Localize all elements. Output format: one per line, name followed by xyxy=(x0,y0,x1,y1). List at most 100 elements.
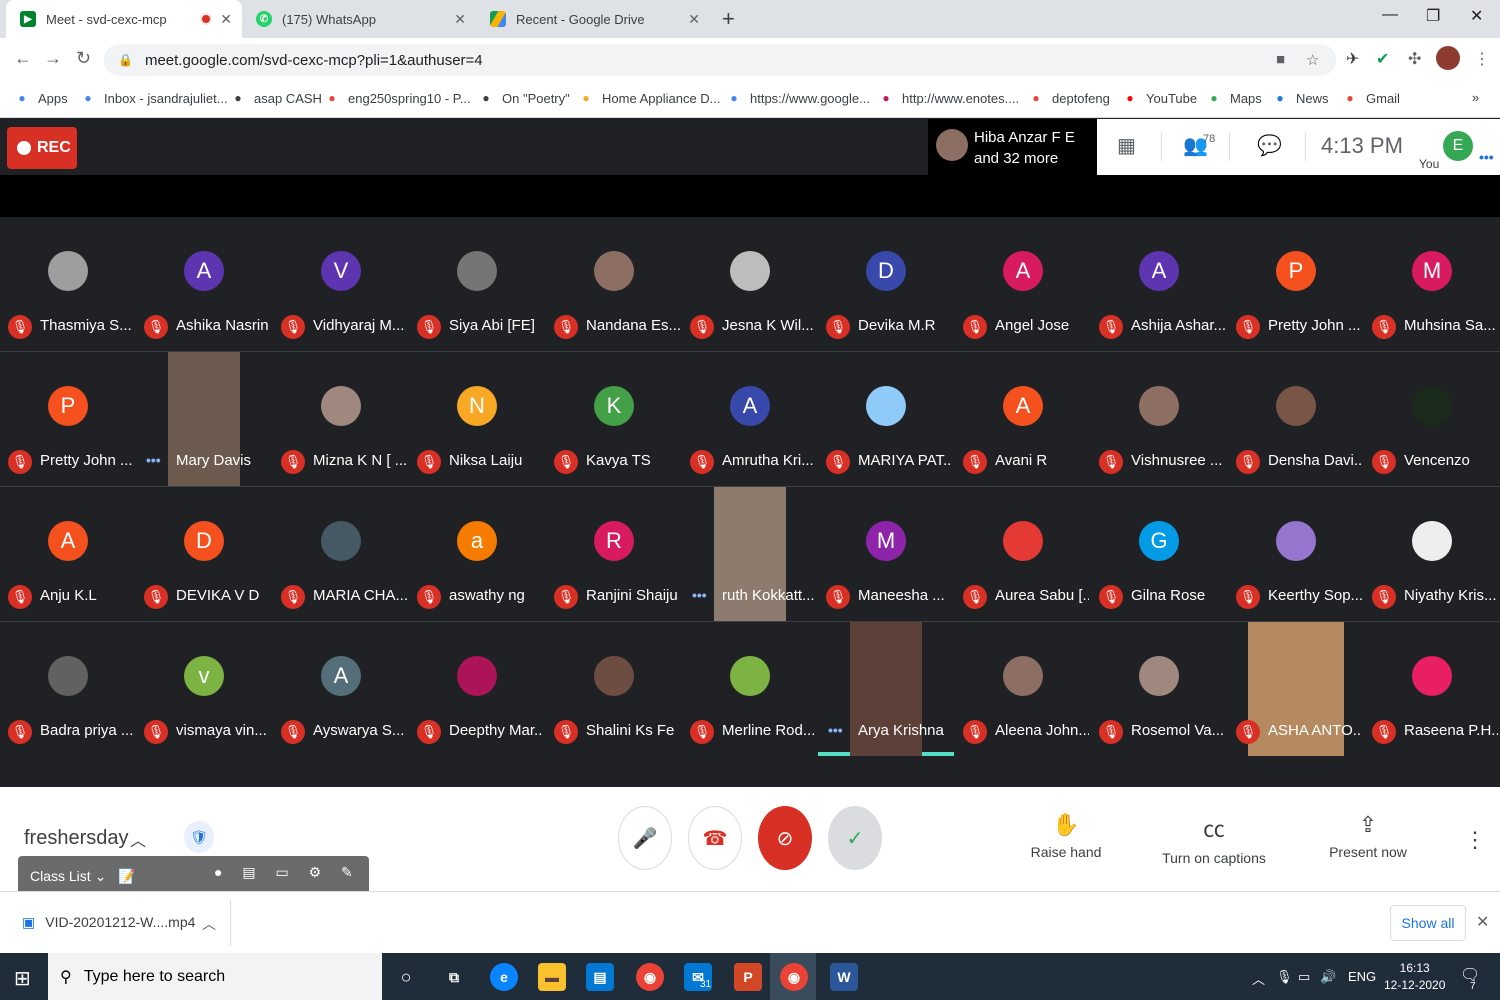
participant-tile[interactable]: 🎙 Vencenzo xyxy=(1364,352,1500,486)
bookmark-item[interactable]: ● Inbox - jsandrajuliet... xyxy=(80,90,227,106)
cortana-icon[interactable]: ○ xyxy=(392,963,420,991)
class-list-label[interactable]: Class List xyxy=(30,868,91,884)
participant-tile[interactable]: M 🎙 Muhsina Sa... xyxy=(1364,217,1500,351)
lock-icon[interactable]: 🔒 xyxy=(118,53,133,67)
omnibox[interactable]: 🔒 meet.google.com/svd-cexc-mcp?pli=1&aut… xyxy=(104,44,1336,76)
tab-whatsapp[interactable]: ✆ (175) WhatsApp ✕ xyxy=(242,0,476,38)
camera-icon[interactable]: ■ xyxy=(1276,51,1285,68)
windows-start-icon[interactable]: ⊞ xyxy=(14,966,31,991)
close-tab-icon[interactable]: ✕ xyxy=(220,11,232,28)
maximize-icon[interactable]: ❐ xyxy=(1426,6,1440,26)
host-controls-shield-icon[interactable]: 🛡 xyxy=(184,821,214,853)
extension-rocket-icon[interactable]: ✈ xyxy=(1346,49,1359,69)
close-tab-icon[interactable]: ✕ xyxy=(454,11,466,28)
edge-icon[interactable]: e xyxy=(490,963,518,991)
reload-icon[interactable]: ↻ xyxy=(76,48,91,69)
leave-call-button[interactable]: ☎ xyxy=(688,806,742,870)
chrome-profile-icon[interactable]: ◉ xyxy=(780,963,808,991)
more-bookmarks-icon[interactable]: » xyxy=(1472,90,1479,105)
participant-tile[interactable]: 🎙 MARIA CHA... xyxy=(273,487,409,621)
participant-tile[interactable]: 🎙 Niyathy Kris... xyxy=(1364,487,1500,621)
captions-button[interactable]: ㏄ Turn on captions xyxy=(1160,812,1268,866)
powerpoint-icon[interactable]: P xyxy=(734,963,762,991)
forward-icon[interactable]: → xyxy=(44,48,62,69)
new-tab-icon[interactable]: + xyxy=(722,6,735,32)
store-icon[interactable]: ▤ xyxy=(586,963,614,991)
language-indicator[interactable]: ENG xyxy=(1348,969,1376,984)
browser-menu-icon[interactable]: ⋮ xyxy=(1474,49,1490,69)
class-list-panel[interactable]: Class List ⌄ 📝 ● ▤ ▭ ⚙ ✎ xyxy=(18,856,369,891)
participant-tile[interactable]: A 🎙 Anju K.L xyxy=(0,487,136,621)
participant-tile[interactable]: 🎙 Siya Abi [FE] xyxy=(409,217,545,351)
chevron-down-icon[interactable]: ⌄ xyxy=(95,868,107,884)
raise-hand-button[interactable]: ✋ Raise hand xyxy=(1030,812,1102,860)
participant-tile[interactable]: a 🎙 aswathy ng xyxy=(409,487,545,621)
chrome-icon[interactable]: ◉ xyxy=(636,963,664,991)
profile-avatar[interactable] xyxy=(1436,46,1460,70)
microphone-button[interactable]: 🎤 xyxy=(618,806,672,870)
task-view-icon[interactable]: ⧉ xyxy=(440,963,468,991)
back-icon[interactable]: ← xyxy=(14,48,32,69)
bookmark-item[interactable]: ● News xyxy=(1272,90,1328,106)
participant-tile[interactable]: 🎙 Deepthy Mar... xyxy=(409,622,545,756)
present-now-button[interactable]: ⇪ Present now xyxy=(1328,812,1408,860)
close-downloads-icon[interactable]: ✕ xyxy=(1476,912,1489,932)
participant-tile[interactable]: R 🎙 Ranjini Shaiju xyxy=(546,487,682,621)
bookmark-item[interactable]: ● YouTube xyxy=(1122,90,1197,106)
participant-tile[interactable]: N 🎙 Niksa Laiju xyxy=(409,352,545,486)
bookmark-item[interactable]: ● On "Poetry" xyxy=(478,90,569,106)
participant-tile[interactable]: A 🎙 Ayswarya S... xyxy=(273,622,409,756)
participant-tile[interactable]: A 🎙 Ashija Ashar... xyxy=(1091,217,1227,351)
notes-icon[interactable]: 📝 xyxy=(118,868,135,884)
participant-tile[interactable]: A 🎙 Amrutha Kri... xyxy=(682,352,818,486)
chevron-up-icon[interactable]: ︿ xyxy=(202,914,216,934)
participant-tile[interactable]: 🎙 Merline Rod... xyxy=(682,622,818,756)
participant-tile[interactable]: D 🎙 DEVIKA V D xyxy=(136,487,272,621)
layout-grid-off-icon[interactable]: ▦ xyxy=(1117,133,1136,158)
participant-tile[interactable]: 🎙 Densha Davi... xyxy=(1228,352,1364,486)
taskbar-clock[interactable]: 16:13 12-12-2020 xyxy=(1384,960,1445,994)
extension-check-icon[interactable]: ✔ xyxy=(1376,49,1389,69)
participant-tile[interactable]: 🎙 Aleena John... xyxy=(955,622,1091,756)
bookmark-item[interactable]: ● Maps xyxy=(1206,90,1261,106)
participant-tile[interactable]: 🎙 Aurea Sabu [... xyxy=(955,487,1091,621)
participant-tile[interactable]: 🎙 Raseena P.H... xyxy=(1364,622,1500,756)
participant-tile[interactable]: 🎙 Nandana Es... xyxy=(546,217,682,351)
download-item[interactable]: ▣ VID-20201212-W....mp4 xyxy=(22,914,195,931)
minimize-icon[interactable]: — xyxy=(1382,6,1398,24)
meeting-name[interactable]: freshersday xyxy=(24,827,129,850)
participant-tile[interactable]: P 🎙 Pretty John ... xyxy=(1228,217,1364,351)
bookmark-item[interactable]: ● Home Appliance D... xyxy=(578,90,720,106)
bookmark-item[interactable]: ● http://www.enotes.... xyxy=(878,90,1019,106)
participant-tile[interactable]: 🎙 Thasmiya S... xyxy=(0,217,136,351)
url-text[interactable]: meet.google.com/svd-cexc-mcp?pli=1&authu… xyxy=(145,52,483,69)
participant-tile[interactable]: A 🎙 Angel Jose xyxy=(955,217,1091,351)
show-hidden-icons[interactable]: ︿ xyxy=(1252,969,1265,988)
participant-tile[interactable]: 🎙 Jesna K Wil... xyxy=(682,217,818,351)
participant-tile[interactable]: 🎙 Vishnusree ... xyxy=(1091,352,1227,486)
show-all-button[interactable]: Show all xyxy=(1390,905,1466,941)
bookmark-item[interactable]: ● deptofeng xyxy=(1028,90,1109,106)
tab-meet[interactable]: ▶ Meet - svd-cexc-mcp ✕ xyxy=(6,0,242,38)
bookmark-item[interactable]: ● eng250spring10 - P... xyxy=(324,90,470,106)
participant-tile[interactable]: 🎙 MARIYA PAT... xyxy=(818,352,954,486)
file-explorer-icon[interactable]: ▬ xyxy=(538,963,566,991)
bookmark-item[interactable]: ● Gmail xyxy=(1342,90,1400,106)
volume-icon[interactable]: 🔊 xyxy=(1320,969,1336,985)
participant-tile[interactable]: A 🎙 Avani R xyxy=(955,352,1091,486)
bookmark-item[interactable]: ● https://www.google... xyxy=(726,90,870,106)
participant-tile[interactable]: P 🎙 Pretty John ... xyxy=(0,352,136,486)
close-tab-icon[interactable]: ✕ xyxy=(688,11,700,28)
self-avatar[interactable]: E xyxy=(1443,131,1473,161)
extensions-puzzle-icon[interactable]: ✣ xyxy=(1408,49,1421,69)
participant-tile[interactable]: 🎙 Badra priya ... xyxy=(0,622,136,756)
presenter-indicator[interactable]: Hiba Anzar F E and 32 more xyxy=(928,119,1098,175)
participant-tile[interactable]: A 🎙 Ashika Nasrin xyxy=(136,217,272,351)
class-list-tools-icon[interactable]: ● ▤ ▭ ⚙ ✎ xyxy=(214,864,361,881)
chat-icon[interactable]: 💬 xyxy=(1257,133,1282,158)
more-options-icon[interactable]: ⋮ xyxy=(1464,827,1486,853)
participant-tile[interactable]: v 🎙 vismaya vin... xyxy=(136,622,272,756)
battery-icon[interactable]: ▭ xyxy=(1298,969,1310,985)
participant-tile[interactable]: ••• Mary Davis xyxy=(136,352,272,486)
microphone-tray-icon[interactable]: 🎙 xyxy=(1276,969,1293,985)
